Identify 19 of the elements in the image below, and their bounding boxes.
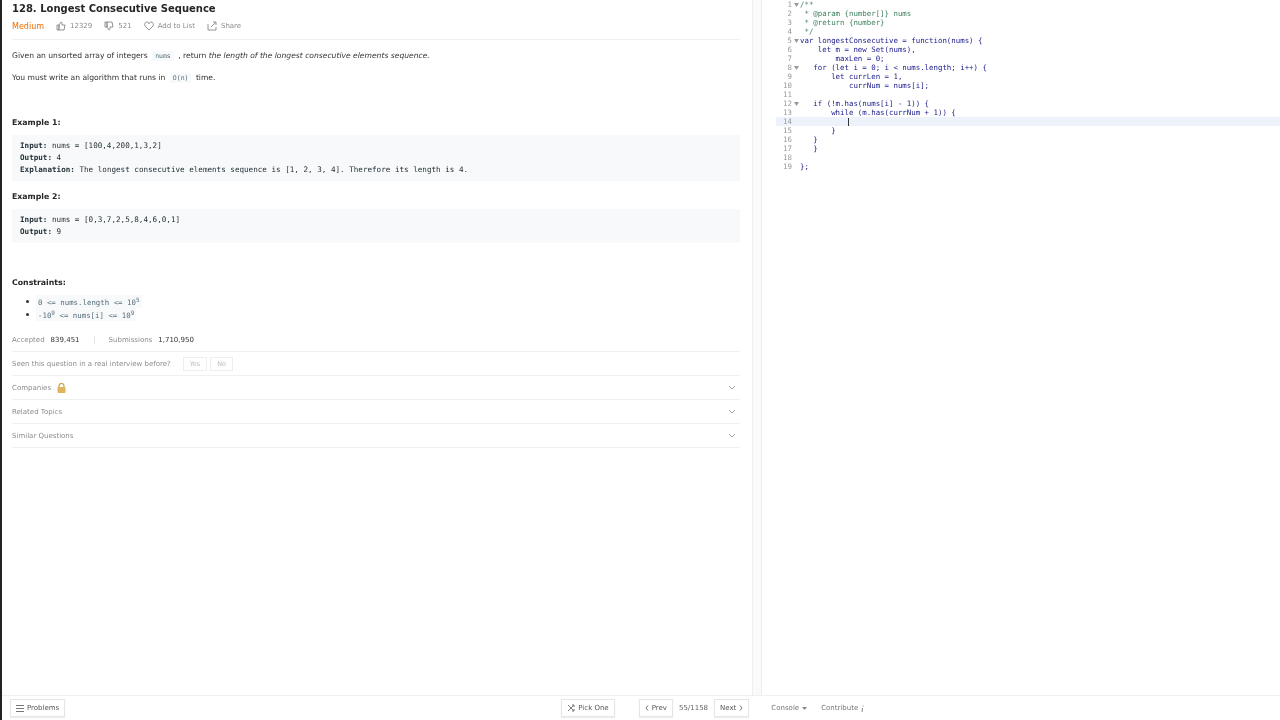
- heart-icon: [143, 21, 154, 31]
- thumbs-down-icon: [104, 21, 115, 31]
- difficulty-label: Medium: [12, 21, 44, 31]
- chevron-down-icon: [728, 433, 736, 438]
- shuffle-icon: [567, 704, 576, 712]
- chevron-right-icon: [739, 705, 744, 711]
- bullet-icon: [26, 300, 29, 303]
- caret-icon: [802, 706, 808, 710]
- thumbs-up-icon: [56, 21, 66, 31]
- problem-title: 128. Longest Consecutive Sequence: [12, 3, 217, 14]
- chevron-down-icon: [728, 409, 736, 414]
- chevron-down-icon: [728, 385, 736, 390]
- code-editor[interactable]: [776, 0, 1280, 171]
- list-icon: [16, 704, 24, 712]
- chevron-left-icon: [644, 705, 649, 711]
- text-cursor: [848, 117, 849, 126]
- bullet-icon: [26, 313, 29, 316]
- info-icon: [861, 704, 865, 712]
- share-icon: [206, 21, 217, 31]
